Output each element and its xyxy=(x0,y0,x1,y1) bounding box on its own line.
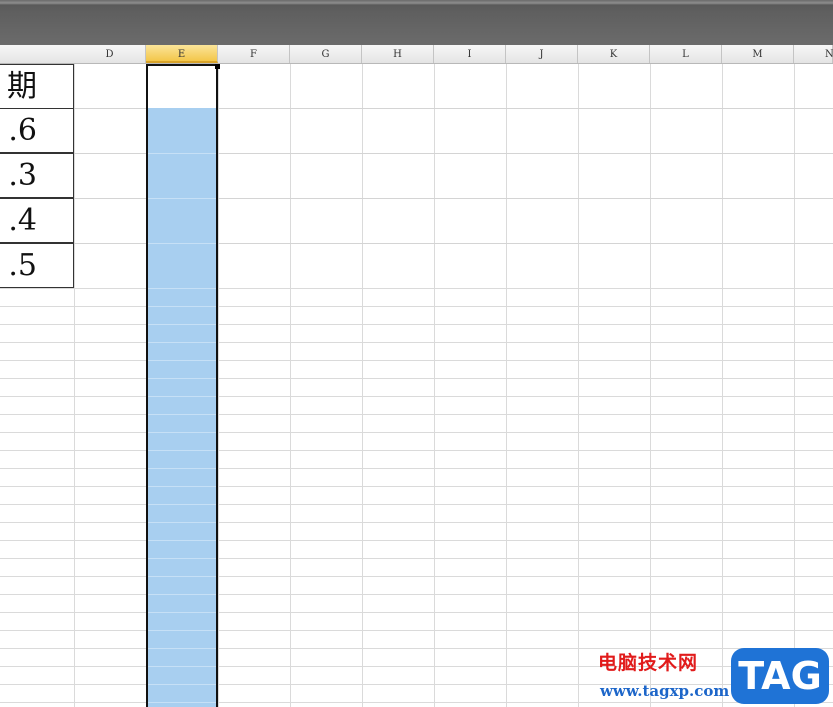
column-header-f[interactable]: F xyxy=(218,45,290,63)
cell-c1[interactable]: 期 xyxy=(0,64,74,109)
column-header-h[interactable]: H xyxy=(362,45,434,63)
column-header-m[interactable]: M xyxy=(722,45,794,63)
watermark-url: www.tagxp.com xyxy=(600,682,730,700)
column-header-d[interactable]: D xyxy=(74,45,146,63)
fill-handle[interactable] xyxy=(215,64,220,69)
cell-c3[interactable]: .3 xyxy=(0,153,74,198)
column-header-bar: D E F G H I J K L M N xyxy=(0,45,833,64)
column-header-l[interactable]: L xyxy=(650,45,722,63)
watermark: 电脑技术网 www.tagxp.com TAG xyxy=(598,648,833,707)
column-e-selection[interactable] xyxy=(146,64,218,707)
column-header-e[interactable]: E xyxy=(146,45,218,63)
column-header-g[interactable]: G xyxy=(290,45,362,63)
watermark-title: 电脑技术网 xyxy=(598,652,699,674)
column-header-i[interactable]: I xyxy=(434,45,506,63)
cell-c5[interactable]: .5 xyxy=(0,243,74,288)
column-header-n[interactable]: N xyxy=(794,45,833,63)
column-header-k[interactable]: K xyxy=(578,45,650,63)
tag-logo: TAG xyxy=(731,648,829,704)
column-header-j[interactable]: J xyxy=(506,45,578,63)
cell-c4[interactable]: .4 xyxy=(0,198,74,243)
cell-c2[interactable]: .6 xyxy=(0,108,74,153)
toolbar xyxy=(0,0,833,45)
spreadsheet-grid[interactable] xyxy=(0,64,833,707)
